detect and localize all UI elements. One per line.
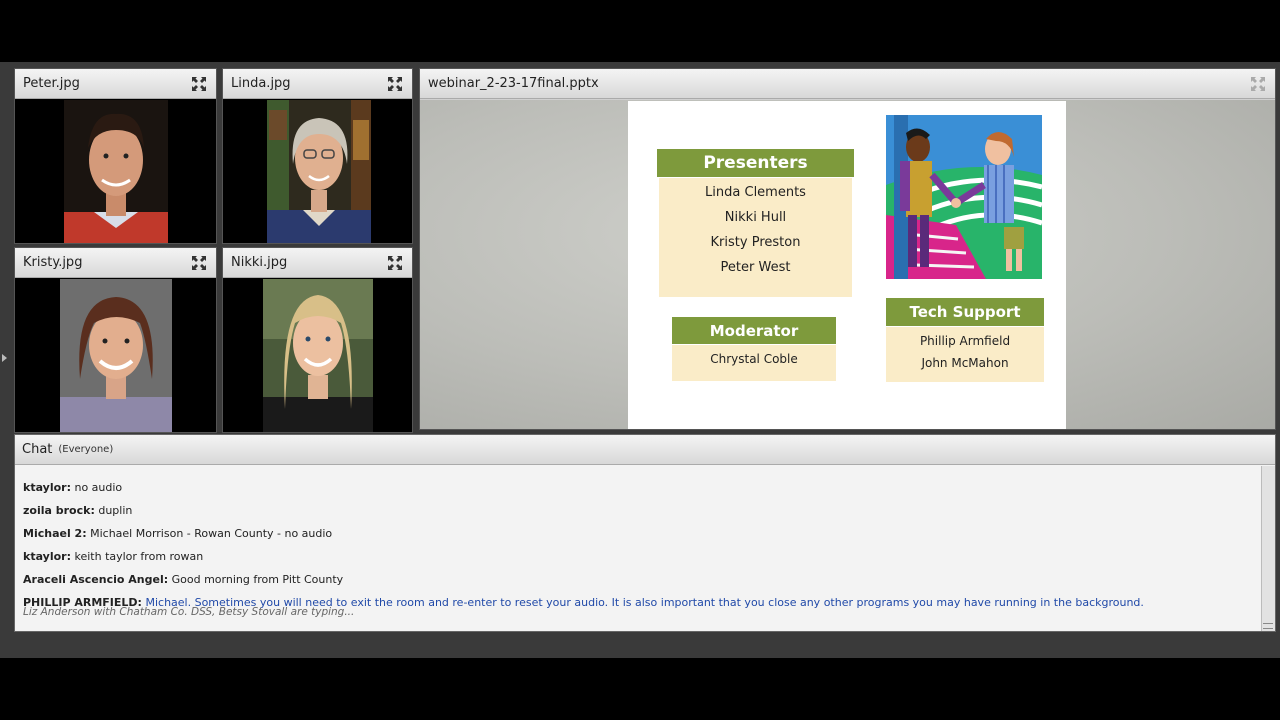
pod-header: Peter.jpg bbox=[15, 69, 216, 99]
moderator-name: Chrystal Coble bbox=[710, 352, 798, 366]
chat-message: ktaylor: keith taylor from rowan bbox=[23, 550, 1261, 573]
chat-header: Chat (Everyone) bbox=[15, 435, 1275, 465]
chat-message: Araceli Ascencio Angel: Good morning fro… bbox=[23, 573, 1261, 596]
presenter-name: Linda Clements bbox=[705, 185, 806, 200]
chat-sender: ktaylor: bbox=[23, 481, 71, 494]
share-content: Presenters Linda Clements Nikki Hull Kri… bbox=[420, 100, 1275, 429]
chat-scrollbar[interactable] bbox=[1261, 466, 1275, 631]
presenter-name: Nikki Hull bbox=[724, 210, 787, 225]
chat-sender: Michael 2: bbox=[23, 527, 87, 540]
presenter-name: Kristy Preston bbox=[710, 235, 801, 250]
tech-support-name: John McMahon bbox=[921, 356, 1009, 370]
expand-icon[interactable] bbox=[190, 75, 208, 93]
expand-icon[interactable] bbox=[386, 75, 404, 93]
moderator-heading: Moderator bbox=[672, 317, 836, 344]
pod-title: Kristy.jpg bbox=[23, 255, 83, 270]
chat-message: Michael 2: Michael Morrison - Rowan Coun… bbox=[23, 527, 1261, 550]
pod-header: Kristy.jpg bbox=[15, 248, 216, 278]
chat-text: no audio bbox=[74, 481, 123, 494]
pod-photo-area bbox=[15, 100, 216, 243]
chat-message: ktaylor: no audio bbox=[23, 481, 1261, 504]
chat-title: Chat bbox=[22, 442, 53, 457]
presenters-heading: Presenters bbox=[657, 149, 854, 177]
tech-support-heading: Tech Support bbox=[886, 298, 1044, 326]
chat-text: duplin bbox=[98, 504, 133, 517]
collapse-arrow-icon[interactable] bbox=[2, 354, 7, 362]
pod-header: Nikki.jpg bbox=[223, 248, 412, 278]
nikki-photo bbox=[263, 279, 373, 432]
presenters-list: Linda Clements Nikki Hull Kristy Preston… bbox=[659, 178, 852, 297]
chat-message: zoila brock: duplin bbox=[23, 504, 1261, 527]
share-title: webinar_2-23-17final.pptx bbox=[428, 76, 599, 91]
pod-header: Linda.jpg bbox=[223, 69, 412, 99]
moderator-list: Chrystal Coble bbox=[672, 345, 836, 381]
meeting-room: Peter.jpg Linda.jpg Kristy.jpg Nikki.jpg… bbox=[0, 62, 1280, 658]
chat-sender: zoila brock: bbox=[23, 504, 95, 517]
pod-title: Linda.jpg bbox=[231, 76, 291, 91]
tech-support-name: Phillip Armfield bbox=[919, 334, 1011, 348]
pod-photo-area bbox=[223, 279, 412, 432]
chat-sender: Araceli Ascencio Angel: bbox=[23, 573, 169, 586]
pod-photo-area bbox=[223, 100, 412, 243]
pod-photo-area bbox=[15, 279, 216, 432]
pod-header: webinar_2-23-17final.pptx bbox=[420, 69, 1275, 99]
pod-title: Nikki.jpg bbox=[231, 255, 288, 270]
presenter-name: Peter West bbox=[720, 260, 791, 275]
tech-support-list: Phillip Armfield John McMahon bbox=[886, 327, 1044, 382]
video-pod-kristy: Kristy.jpg bbox=[14, 247, 217, 433]
video-pod-peter: Peter.jpg bbox=[14, 68, 217, 244]
resize-grip-icon[interactable] bbox=[1263, 623, 1273, 629]
video-pod-linda: Linda.jpg bbox=[222, 68, 413, 244]
pod-title: Peter.jpg bbox=[23, 76, 80, 91]
chat-scope[interactable]: (Everyone) bbox=[58, 444, 113, 455]
chat-text: keith taylor from rowan bbox=[74, 550, 204, 563]
chat-text: Good morning from Pitt County bbox=[171, 573, 344, 586]
kristy-photo bbox=[60, 279, 172, 432]
video-pod-nikki: Nikki.jpg bbox=[222, 247, 413, 433]
chat-pod: Chat (Everyone) ktaylor: no audio zoila … bbox=[14, 434, 1276, 632]
chat-messages: ktaylor: no audio zoila brock: duplin Mi… bbox=[15, 466, 1261, 631]
linda-photo bbox=[267, 100, 371, 243]
peter-photo bbox=[64, 100, 168, 243]
chat-text: Michael Morrison - Rowan County - no aud… bbox=[90, 527, 333, 540]
handshake-clipart bbox=[886, 115, 1042, 279]
expand-icon[interactable] bbox=[190, 254, 208, 272]
expand-icon[interactable] bbox=[1249, 75, 1267, 93]
chat-sender: ktaylor: bbox=[23, 550, 71, 563]
slide: Presenters Linda Clements Nikki Hull Kri… bbox=[628, 101, 1066, 429]
share-pod: webinar_2-23-17final.pptx Presenters Lin… bbox=[419, 68, 1276, 430]
expand-icon[interactable] bbox=[386, 254, 404, 272]
